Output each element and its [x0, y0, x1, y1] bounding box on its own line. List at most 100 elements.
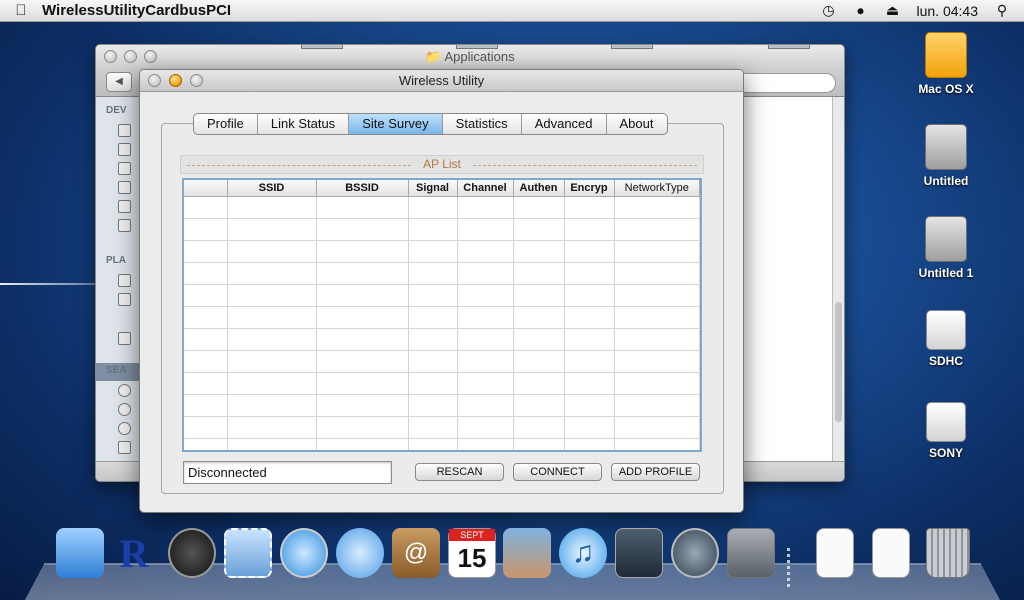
pdf-document-icon[interactable] [816, 528, 854, 578]
table-cell [408, 284, 458, 307]
table-row[interactable] [184, 284, 700, 307]
app-thumbnail [611, 45, 653, 49]
spaces-icon[interactable] [615, 528, 663, 578]
hard-disk-icon [925, 216, 967, 262]
apple-icon[interactable]:  [0, 2, 42, 19]
tab-statistics[interactable]: Statistics [443, 114, 522, 134]
clock-icon[interactable] [118, 403, 131, 416]
bluetooth-icon[interactable]: ⦁ [853, 2, 869, 19]
menu-clock[interactable]: lun. 04:43 [917, 3, 979, 19]
wireless-utility-window: Wireless Utility Profile Link Status Sit… [139, 69, 744, 513]
table-cell [316, 218, 409, 241]
tab-profile[interactable]: Profile [194, 114, 258, 134]
time-machine-icon[interactable] [671, 528, 719, 578]
ical-icon[interactable]: SEPT 15 [448, 528, 496, 578]
column-header-channel[interactable]: Channel [457, 180, 514, 197]
column-header-authen[interactable]: Authen [513, 180, 565, 197]
table-cell [457, 240, 514, 263]
table-row[interactable] [184, 350, 700, 373]
column-header-signal[interactable]: Signal [408, 180, 458, 197]
table-row[interactable] [184, 262, 700, 285]
table-row[interactable] [184, 306, 700, 329]
table-row[interactable] [184, 394, 700, 417]
system-preferences-icon[interactable] [727, 528, 775, 578]
itunes-icon[interactable]: ♫ [559, 528, 607, 578]
sidebar-place-icon[interactable] [118, 274, 131, 287]
sidebar-place-icon[interactable] [118, 332, 131, 345]
dashboard-icon[interactable] [168, 528, 216, 578]
table-cell [227, 284, 317, 307]
time-machine-icon[interactable]: ◷ [821, 2, 837, 19]
iphoto-icon[interactable] [503, 528, 551, 578]
desktop-icon-untitled-1[interactable]: Untitled 1 [905, 216, 987, 280]
column-header-select[interactable] [184, 180, 228, 197]
column-header-bssid[interactable]: BSSID [316, 180, 409, 197]
sidebar-device-icon[interactable] [118, 143, 131, 156]
table-cell [316, 306, 409, 329]
finder-titlebar[interactable]: 📁 Applications [96, 45, 844, 69]
tab-advanced[interactable]: Advanced [522, 114, 607, 134]
table-row[interactable] [184, 218, 700, 241]
tab-link-status[interactable]: Link Status [258, 114, 350, 134]
trash-icon[interactable] [926, 528, 970, 578]
table-row[interactable] [184, 372, 700, 395]
desktop-icon-mac-os-x[interactable]: Mac OS X [905, 32, 987, 96]
clock-icon[interactable] [118, 384, 131, 397]
tab-site-survey[interactable]: Site Survey [349, 114, 443, 134]
table-row[interactable] [184, 438, 700, 450]
connect-button[interactable]: CONNECT [513, 463, 602, 481]
table-cell [564, 240, 615, 263]
table-row[interactable] [184, 196, 700, 219]
table-cell [457, 218, 514, 241]
desktop-icon-sony[interactable]: SONY [905, 402, 987, 460]
ical-day: 15 [457, 543, 487, 573]
column-header-ssid[interactable]: SSID [227, 180, 317, 197]
table-row[interactable] [184, 328, 700, 351]
sidebar-device-icon[interactable] [118, 200, 131, 213]
folder-icon[interactable] [118, 441, 131, 454]
spotlight-search-icon[interactable]: ⚲ [994, 2, 1010, 19]
add-profile-button[interactable]: ADD PROFILE [611, 463, 700, 481]
back-button[interactable]: ◀ [106, 72, 132, 92]
table-cell [316, 350, 409, 373]
table-cell [614, 262, 700, 285]
finder-scrollbar[interactable] [832, 97, 844, 461]
column-header-encryp[interactable]: Encryp [564, 180, 615, 197]
desktop-icon-untitled[interactable]: Untitled [905, 124, 987, 188]
table-cell [614, 218, 700, 241]
home-icon[interactable] [118, 293, 131, 306]
safari-icon[interactable] [280, 528, 328, 578]
address-book-icon[interactable]: @ [392, 528, 440, 578]
table-row[interactable] [184, 416, 700, 439]
ichat-icon[interactable] [336, 528, 384, 578]
tab-about[interactable]: About [607, 114, 667, 134]
finder-icon[interactable] [56, 528, 104, 578]
column-header-network-type[interactable]: NetworkType [614, 180, 700, 197]
table-cell [184, 306, 228, 329]
table-cell [184, 240, 228, 263]
pdf-document-icon[interactable] [872, 528, 910, 578]
r-plus-app-icon[interactable]: R [110, 528, 158, 578]
mail-icon[interactable] [224, 528, 272, 578]
table-cell [184, 350, 228, 373]
desktop-icon-sdhc[interactable]: SDHC [905, 310, 987, 368]
table-row[interactable] [184, 240, 700, 263]
table-cell [614, 284, 700, 307]
table-cell [564, 438, 615, 450]
eject-icon[interactable]: ⏏ [885, 2, 901, 19]
sidebar-device-icon[interactable] [118, 162, 131, 175]
table-cell [316, 328, 409, 351]
table-cell [614, 372, 700, 395]
sidebar-device-icon[interactable] [118, 181, 131, 194]
wireless-utility-titlebar[interactable]: Wireless Utility [140, 70, 743, 92]
scroll-thumb[interactable] [835, 302, 842, 422]
table-cell [513, 350, 565, 373]
app-menu-name[interactable]: WirelessUtilityCardbusPCI [42, 2, 231, 19]
finder-title: 📁 Applications [425, 49, 515, 64]
ap-list-table[interactable]: SSID BSSID Signal Channel Authen Encryp … [182, 178, 702, 452]
sidebar-device-icon[interactable] [118, 124, 131, 137]
sidebar-section-search: SEA [106, 365, 127, 376]
rescan-button[interactable]: RESCAN [415, 463, 504, 481]
sidebar-device-icon[interactable] [118, 219, 131, 232]
clock-icon[interactable] [118, 422, 131, 435]
